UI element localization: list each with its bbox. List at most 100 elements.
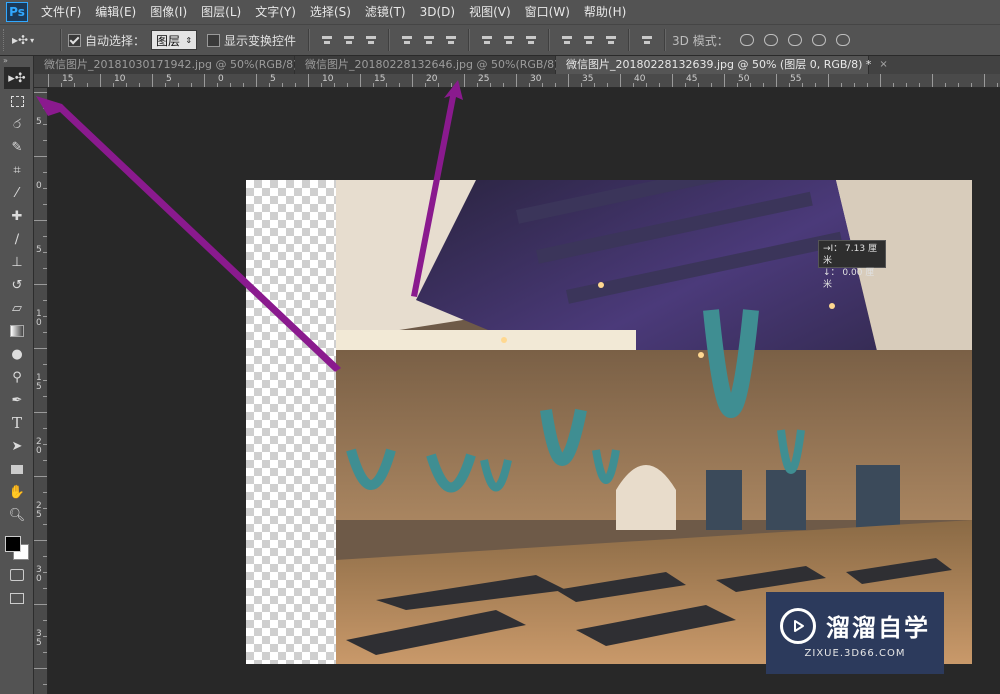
ruler-tick <box>490 83 491 87</box>
menu-layer[interactable]: 图层(L) <box>194 0 248 24</box>
menu-help[interactable]: 帮助(H) <box>577 0 633 24</box>
quick-select-tool-icon[interactable]: ✎ <box>4 136 30 158</box>
ruler-tick <box>43 684 47 685</box>
horizontal-ruler[interactable]: 15 10 5 0 5 10 15 20 25 30 35 40 45 50 55 <box>34 74 1000 88</box>
menu-type[interactable]: 文字(Y) <box>248 0 303 24</box>
tool-preset-picker[interactable]: ▸✣ ▾ <box>12 29 48 51</box>
ruler-tick <box>334 83 335 87</box>
ruler-tick <box>113 83 114 87</box>
align-top-icon[interactable] <box>321 34 333 46</box>
slide-3d-icon[interactable] <box>811 34 826 46</box>
pen-tool-icon[interactable]: ✒ <box>4 389 30 411</box>
zoom-tool-icon[interactable]: 🔍︎ <box>4 504 30 526</box>
rectangle-tool-icon[interactable] <box>4 458 30 480</box>
type-tool-icon[interactable]: T <box>4 412 30 434</box>
ruler-tick <box>581 83 582 87</box>
move-tool-icon[interactable]: ▸✣ <box>4 67 30 89</box>
blur-tool-icon[interactable]: ● <box>4 343 30 365</box>
gradient-tool-icon[interactable] <box>4 320 30 342</box>
scale-3d-icon[interactable] <box>835 34 850 46</box>
distribute-right-icon[interactable] <box>605 34 617 46</box>
distribute-bottom-icon[interactable] <box>525 34 537 46</box>
toolbox-collapse-icon[interactable]: » <box>0 56 33 66</box>
auto-align-icon[interactable] <box>641 34 653 46</box>
ruler-tick <box>282 83 283 87</box>
measurement-tooltip: →I： 7.13 厘米 ↓： 0.00 厘米 <box>818 240 886 290</box>
document-tab-active[interactable]: 微信图片_20180228132639.jpg @ 50% (图层 0, RGB… <box>556 56 888 74</box>
hand-tool-icon[interactable]: ✋ <box>4 481 30 503</box>
ruler-label: 15 <box>62 74 74 84</box>
foreground-color-swatch[interactable] <box>5 536 21 552</box>
align-hcenter-icon[interactable] <box>423 34 435 46</box>
ruler-tick <box>516 74 517 87</box>
align-bottom-icon[interactable] <box>365 34 377 46</box>
auto-select-checkbox[interactable] <box>68 33 81 47</box>
menu-select[interactable]: 选择(S) <box>303 0 358 24</box>
move-tool-icon: ▸✣ <box>12 33 29 47</box>
ruler-tick <box>425 83 426 87</box>
ruler-tick <box>43 524 47 525</box>
align-left-icon[interactable] <box>401 34 413 46</box>
ruler-tick <box>43 108 47 109</box>
drag-3d-icon[interactable] <box>787 34 802 46</box>
menu-window[interactable]: 窗口(W) <box>518 0 577 24</box>
distribute-left-icon[interactable] <box>561 34 573 46</box>
healing-brush-tool-icon[interactable]: ✚ <box>4 205 30 227</box>
menu-3d[interactable]: 3D(D) <box>413 0 462 24</box>
ruler-label: 1 0 <box>36 309 42 328</box>
lasso-tool-icon[interactable]: ර <box>4 113 30 135</box>
align-right-icon[interactable] <box>445 34 457 46</box>
marquee-tool-icon[interactable] <box>4 90 30 112</box>
ruler-tick <box>43 620 47 621</box>
vertical-ruler[interactable]: 5 0 5 1 0 1 5 2 0 2 5 3 0 3 5 <box>34 88 48 694</box>
align-vcenter-icon[interactable] <box>343 34 355 46</box>
history-brush-tool-icon[interactable]: ↺ <box>4 274 30 296</box>
eraser-tool-icon[interactable]: ▱ <box>4 297 30 319</box>
roll-3d-icon[interactable] <box>763 34 778 46</box>
ruler-tick <box>204 74 205 87</box>
crop-tool-icon[interactable]: ⌗ <box>4 159 30 181</box>
ruler-tick <box>945 83 946 87</box>
separator <box>664 29 667 51</box>
eyedropper-tool-icon[interactable]: ⁄ <box>4 182 30 204</box>
distribute-vcenter-icon[interactable] <box>503 34 515 46</box>
distribute-hcenter-icon[interactable] <box>583 34 595 46</box>
ruler-tick <box>43 636 47 637</box>
ruler-tick <box>529 83 530 87</box>
menu-image[interactable]: 图像(I) <box>143 0 194 24</box>
auto-select-label: 自动选择： <box>85 33 146 48</box>
screen-mode-icon[interactable] <box>4 587 30 609</box>
distribute-top-icon[interactable] <box>481 34 493 46</box>
menu-file[interactable]: 文件(F) <box>34 0 88 24</box>
color-swatches[interactable] <box>2 530 32 560</box>
menu-view[interactable]: 视图(V) <box>462 0 518 24</box>
quick-mask-icon[interactable] <box>4 564 30 586</box>
ruler-tick <box>880 74 881 87</box>
document-tab[interactable]: 微信图片_20180228132646.jpg @ 50%(RGB/8)× <box>295 56 575 74</box>
path-select-tool-icon[interactable]: ➤ <box>4 435 30 457</box>
ruler-tick <box>867 83 868 87</box>
menu-edit[interactable]: 编辑(E) <box>88 0 143 24</box>
show-transform-checkbox[interactable] <box>207 33 221 47</box>
rotate-3d-icon[interactable] <box>739 34 754 46</box>
brush-tool-icon[interactable]: ∕ <box>4 228 30 250</box>
photoshop-logo: Ps <box>6 2 28 22</box>
ruler-tick <box>178 83 179 87</box>
options-grip[interactable] <box>3 29 8 51</box>
ruler-tick <box>815 83 816 87</box>
ruler-label: 25 <box>478 74 490 84</box>
menu-filter[interactable]: 滤镜(T) <box>358 0 413 24</box>
dodge-tool-icon[interactable]: ⚲ <box>4 366 30 388</box>
clone-stamp-tool-icon[interactable]: ⊥ <box>4 251 30 273</box>
ruler-label: 2 0 <box>36 437 42 456</box>
document-tab[interactable]: 微信图片_20181030171942.jpg @ 50%(RGB/8)× <box>34 56 314 74</box>
auto-select-target-dropdown[interactable]: 图层 ⇕ <box>151 30 198 50</box>
ruler-tick <box>932 74 933 87</box>
ruler-tick <box>698 83 699 87</box>
measure-vertical: ↓： 0.00 厘米 <box>823 268 875 290</box>
separator <box>388 29 391 51</box>
ruler-tick <box>43 204 47 205</box>
close-icon[interactable]: × <box>879 56 887 74</box>
ruler-tick <box>295 83 296 87</box>
separator <box>308 29 311 51</box>
